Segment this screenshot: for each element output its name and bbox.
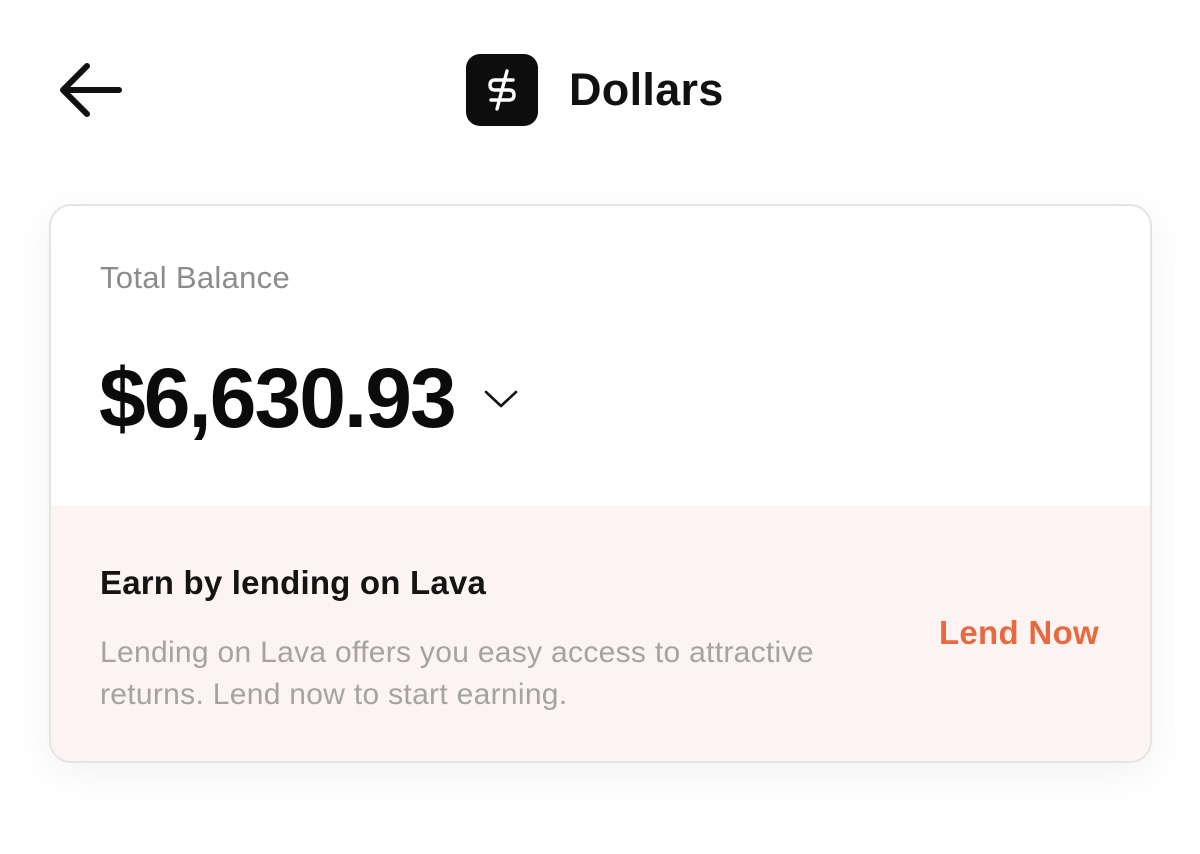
- balance-row: $6,630.93: [99, 356, 521, 440]
- lending-promo: Earn by lending on Lava Lending on Lava …: [51, 506, 1150, 761]
- header: Dollars: [466, 54, 724, 126]
- dollars-screen: Dollars Total Balance $6,630.93 Earn by …: [0, 0, 1200, 854]
- lend-now-button[interactable]: Lend Now: [939, 614, 1099, 652]
- dollar-icon: [466, 54, 538, 126]
- balance-card: Total Balance $6,630.93 Earn by lending …: [49, 204, 1152, 763]
- chevron-down-icon: [484, 390, 518, 408]
- total-balance-label: Total Balance: [100, 260, 291, 295]
- back-button[interactable]: [52, 58, 128, 122]
- balance-amount: $6,630.93: [99, 351, 457, 445]
- page-title: Dollars: [569, 64, 724, 115]
- balance-expand-button[interactable]: [481, 384, 521, 414]
- balance-section: Total Balance $6,630.93: [51, 206, 1150, 506]
- promo-description: Lending on Lava offers you easy access t…: [100, 636, 814, 711]
- promo-title: Earn by lending on Lava: [100, 564, 487, 601]
- arrow-left-icon: [60, 63, 122, 117]
